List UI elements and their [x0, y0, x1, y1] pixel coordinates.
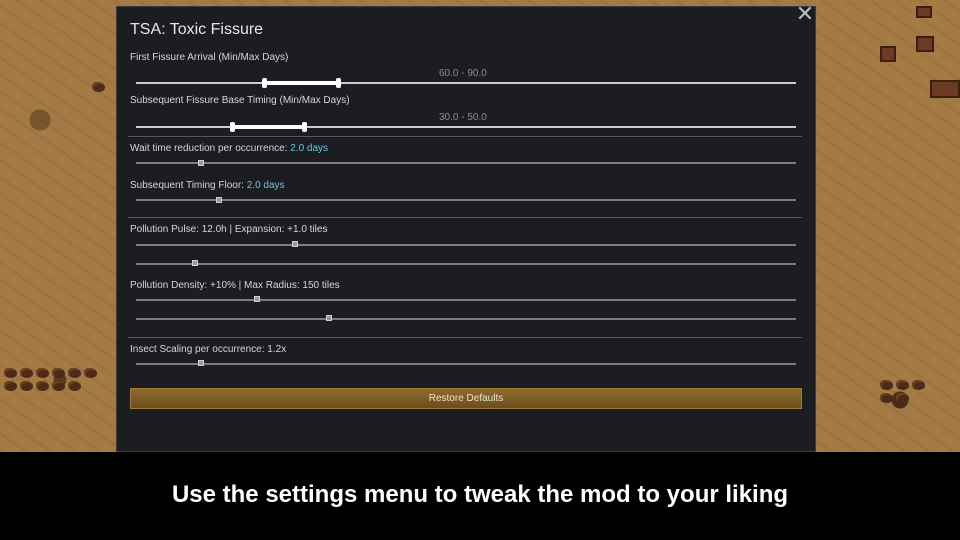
max-radius-track[interactable]: [136, 318, 796, 320]
pollution-density-slider-thumb[interactable]: [254, 296, 260, 302]
pollution-expansion-slider-thumb[interactable]: [192, 260, 198, 266]
map-building: [930, 80, 960, 98]
first-arrival-track[interactable]: [136, 82, 796, 84]
first-arrival-selected-range: [264, 81, 340, 85]
pollution-density-track[interactable]: [136, 299, 796, 301]
section-divider: [128, 136, 802, 137]
wait-reduction-value: 2.0 days: [290, 143, 329, 154]
timing-floor-slider-thumb[interactable]: [216, 197, 222, 203]
subsequent-timing-label: Subsequent Fissure Base Timing (Min/Max …: [130, 95, 350, 106]
insect-scaling-slider-thumb[interactable]: [198, 360, 204, 366]
timing-floor-track[interactable]: [136, 199, 796, 201]
pollution-pulse-label: Pollution Pulse: 12.0h | Expansion: +1.0…: [130, 224, 328, 235]
first-arrival-label: First Fissure Arrival (Min/Max Days): [130, 52, 289, 63]
pollution-density-label: Pollution Density: +10% | Max Radius: 15…: [130, 280, 340, 291]
rock-cluster-right: [880, 380, 940, 403]
rock-cluster-left: [4, 368, 104, 391]
wait-reduction-label-text: Wait time reduction per occurrence:: [130, 143, 291, 154]
pollution-pulse-track[interactable]: [136, 244, 796, 246]
map-building: [916, 36, 934, 52]
map-building: [916, 6, 932, 18]
max-radius-slider-thumb[interactable]: [326, 315, 332, 321]
close-icon[interactable]: ✕: [794, 4, 816, 26]
map-building: [880, 46, 896, 62]
insect-scaling-track[interactable]: [136, 363, 796, 365]
pollution-pulse-slider-thumb[interactable]: [292, 241, 298, 247]
section-divider: [128, 217, 802, 218]
wait-reduction-track[interactable]: [136, 162, 796, 164]
subsequent-timing-min-handle[interactable]: [230, 122, 235, 132]
timing-floor-value: 2.0 days: [246, 180, 285, 191]
restore-defaults-button[interactable]: Restore Defaults: [130, 388, 802, 409]
timing-floor-label-text: Subsequent Timing Floor:: [130, 180, 247, 191]
wait-reduction-label: Wait time reduction per occurrence: 2.0 …: [130, 143, 328, 154]
subsequent-timing-range-text: 30.0 - 50.0: [439, 112, 487, 123]
wait-reduction-slider-thumb[interactable]: [198, 160, 204, 166]
subsequent-timing-max-handle[interactable]: [302, 122, 307, 132]
video-caption: Use the settings menu to tweak the mod t…: [171, 481, 789, 508]
subsequent-timing-selected-range: [232, 125, 306, 129]
insect-scaling-label: Insect Scaling per occurrence: 1.2x: [130, 344, 287, 355]
first-arrival-range-text: 60.0 - 90.0: [439, 68, 487, 79]
rock-cluster-upper-left: [92, 82, 116, 92]
first-arrival-min-handle[interactable]: [262, 78, 267, 88]
first-arrival-max-handle[interactable]: [336, 78, 341, 88]
timing-floor-label: Subsequent Timing Floor: 2.0 days: [130, 180, 285, 191]
section-divider: [128, 337, 802, 338]
pollution-expansion-track[interactable]: [136, 263, 796, 265]
dialog-title: TSA: Toxic Fissure: [130, 21, 264, 38]
